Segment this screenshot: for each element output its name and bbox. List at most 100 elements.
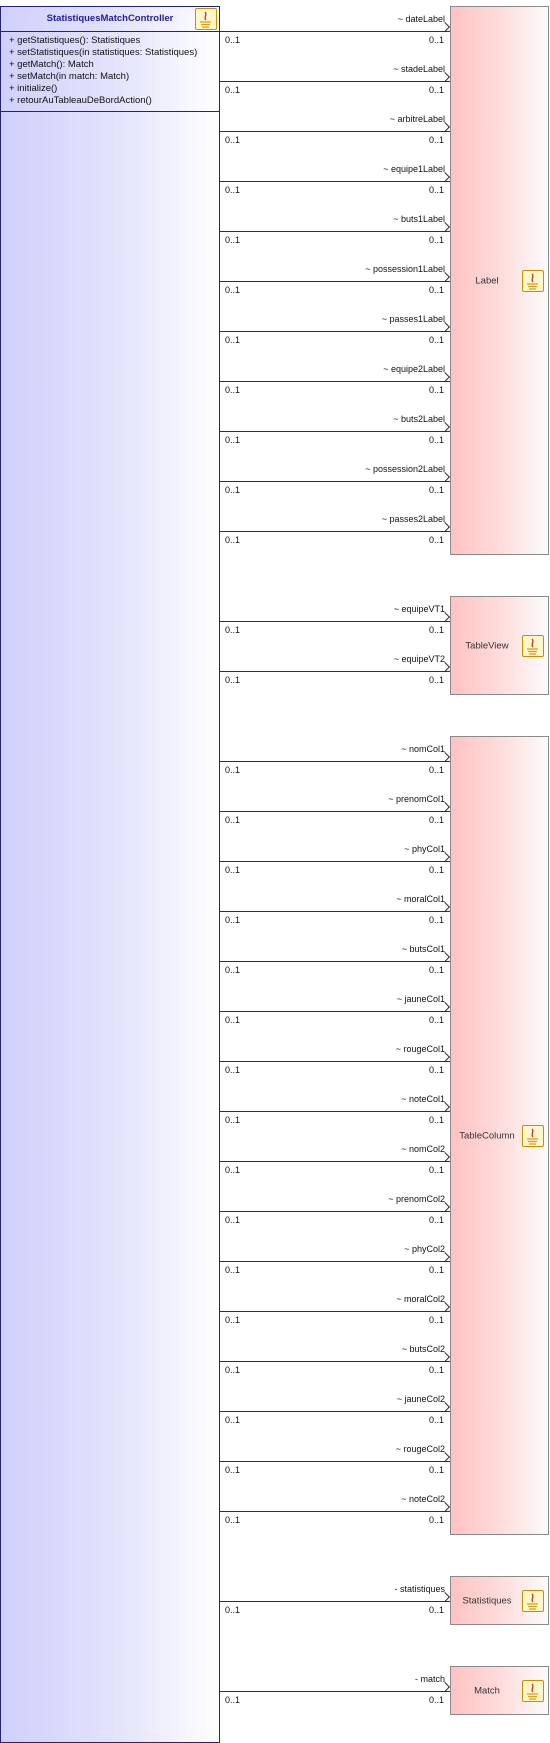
target-multiplicity: 0..1: [428, 335, 444, 345]
association-role-label: ~ rougeCol2: [395, 1444, 445, 1454]
target-multiplicity: 0..1: [428, 135, 444, 145]
association-role-label: ~ prenomCol1: [388, 794, 445, 804]
class-statistiques-match-controller[interactable]: StatistiquesMatchController + getStatist…: [0, 6, 220, 1743]
method-item: + initialize(): [9, 83, 58, 94]
target-multiplicity: 0..1: [428, 1695, 444, 1705]
association-line[interactable]: [220, 1411, 450, 1412]
association-line[interactable]: [220, 1461, 450, 1462]
association-line[interactable]: [220, 1511, 450, 1512]
class-label[interactable]: Label: [450, 6, 549, 555]
association-line[interactable]: [220, 621, 450, 622]
association-role-label: ~ jauneCol1: [396, 994, 445, 1004]
association-line[interactable]: [220, 761, 450, 762]
source-multiplicity: 0..1: [225, 35, 241, 45]
association-role-label: ~ nomCol2: [401, 1144, 445, 1154]
association-line[interactable]: [220, 431, 450, 432]
association-line[interactable]: [220, 1691, 450, 1692]
association-line[interactable]: [220, 381, 450, 382]
class-divider: [1, 111, 219, 112]
association-line[interactable]: [220, 961, 450, 962]
source-multiplicity: 0..1: [225, 1695, 241, 1705]
source-multiplicity: 0..1: [225, 235, 241, 245]
association-line[interactable]: [220, 1061, 450, 1062]
source-multiplicity: 0..1: [225, 1605, 241, 1615]
target-multiplicity: 0..1: [428, 435, 444, 445]
association-line[interactable]: [220, 1361, 450, 1362]
source-multiplicity: 0..1: [225, 1265, 241, 1275]
source-multiplicity: 0..1: [225, 675, 241, 685]
java-class-icon: [522, 1124, 544, 1147]
association-line[interactable]: [220, 811, 450, 812]
class-tablecolumn[interactable]: TableColumn: [450, 736, 549, 1535]
association-line[interactable]: [220, 231, 450, 232]
class-name: TableColumn: [459, 1130, 515, 1141]
association-line[interactable]: [220, 1311, 450, 1312]
target-multiplicity: 0..1: [428, 485, 444, 495]
source-multiplicity: 0..1: [225, 1015, 241, 1025]
class-tableview[interactable]: TableView: [450, 596, 549, 695]
association-line[interactable]: [220, 671, 450, 672]
association-role-label: ~ stadeLabel: [393, 64, 445, 74]
target-multiplicity: 0..1: [428, 1115, 444, 1125]
target-multiplicity: 0..1: [428, 965, 444, 975]
association-line[interactable]: [220, 31, 450, 32]
association-role-label: ~ prenomCol2: [388, 1194, 445, 1204]
source-multiplicity: 0..1: [225, 1065, 241, 1075]
target-multiplicity: 0..1: [428, 1465, 444, 1475]
method-item: + getStatistiques(): Statistiques: [9, 35, 141, 46]
association-role-label: ~ possession1Label: [365, 264, 445, 274]
target-multiplicity: 0..1: [428, 1415, 444, 1425]
class-match[interactable]: Match: [450, 1666, 549, 1715]
target-multiplicity: 0..1: [428, 85, 444, 95]
association-line[interactable]: [220, 331, 450, 332]
association-line[interactable]: [220, 481, 450, 482]
association-role-label: ~ butsCol2: [401, 1344, 445, 1354]
association-line[interactable]: [220, 911, 450, 912]
method-list: + getStatistiques(): Statistiques + setS…: [9, 35, 197, 107]
source-multiplicity: 0..1: [225, 185, 241, 195]
target-multiplicity: 0..1: [428, 1165, 444, 1175]
association-role-label: ~ passes2Label: [381, 514, 445, 524]
target-multiplicity: 0..1: [428, 1605, 444, 1615]
target-multiplicity: 0..1: [428, 865, 444, 875]
target-multiplicity: 0..1: [428, 185, 444, 195]
association-role-label: ~ buts2Label: [393, 414, 445, 424]
association-line[interactable]: [220, 281, 450, 282]
class-name: TableView: [465, 640, 509, 651]
class-name: Match: [474, 1685, 500, 1696]
java-class-icon: [522, 269, 544, 292]
association-line[interactable]: [220, 861, 450, 862]
association-line[interactable]: [220, 131, 450, 132]
association-line[interactable]: [220, 181, 450, 182]
source-multiplicity: 0..1: [225, 1415, 241, 1425]
association-line[interactable]: [220, 1261, 450, 1262]
source-multiplicity: 0..1: [225, 285, 241, 295]
association-line[interactable]: [220, 1211, 450, 1212]
source-multiplicity: 0..1: [225, 485, 241, 495]
target-multiplicity: 0..1: [428, 535, 444, 545]
target-multiplicity: 0..1: [428, 675, 444, 685]
association-role-label: ~ equipe2Label: [383, 364, 445, 374]
association-role-label: ~ moralCol1: [396, 894, 445, 904]
source-multiplicity: 0..1: [225, 85, 241, 95]
association-line[interactable]: [220, 1011, 450, 1012]
source-multiplicity: 0..1: [225, 865, 241, 875]
source-multiplicity: 0..1: [225, 135, 241, 145]
association-role-label: ~ rougeCol1: [395, 1044, 445, 1054]
association-role-label: ~ equipeVT1: [393, 604, 445, 614]
class-divider: [1, 31, 219, 32]
association-line[interactable]: [220, 1161, 450, 1162]
source-multiplicity: 0..1: [225, 1365, 241, 1375]
association-line[interactable]: [220, 1601, 450, 1602]
source-multiplicity: 0..1: [225, 815, 241, 825]
target-multiplicity: 0..1: [428, 35, 444, 45]
target-multiplicity: 0..1: [428, 765, 444, 775]
association-line[interactable]: [220, 531, 450, 532]
association-line[interactable]: [220, 1111, 450, 1112]
association-role-label: ~ equipe1Label: [383, 164, 445, 174]
association-line[interactable]: [220, 81, 450, 82]
association-role-label: ~ moralCol2: [396, 1294, 445, 1304]
association-role-label: ~ arbitreLabel: [389, 114, 445, 124]
class-statistiques[interactable]: Statistiques: [450, 1576, 549, 1625]
method-item: + setStatistiques(in statistiques: Stati…: [9, 47, 198, 58]
